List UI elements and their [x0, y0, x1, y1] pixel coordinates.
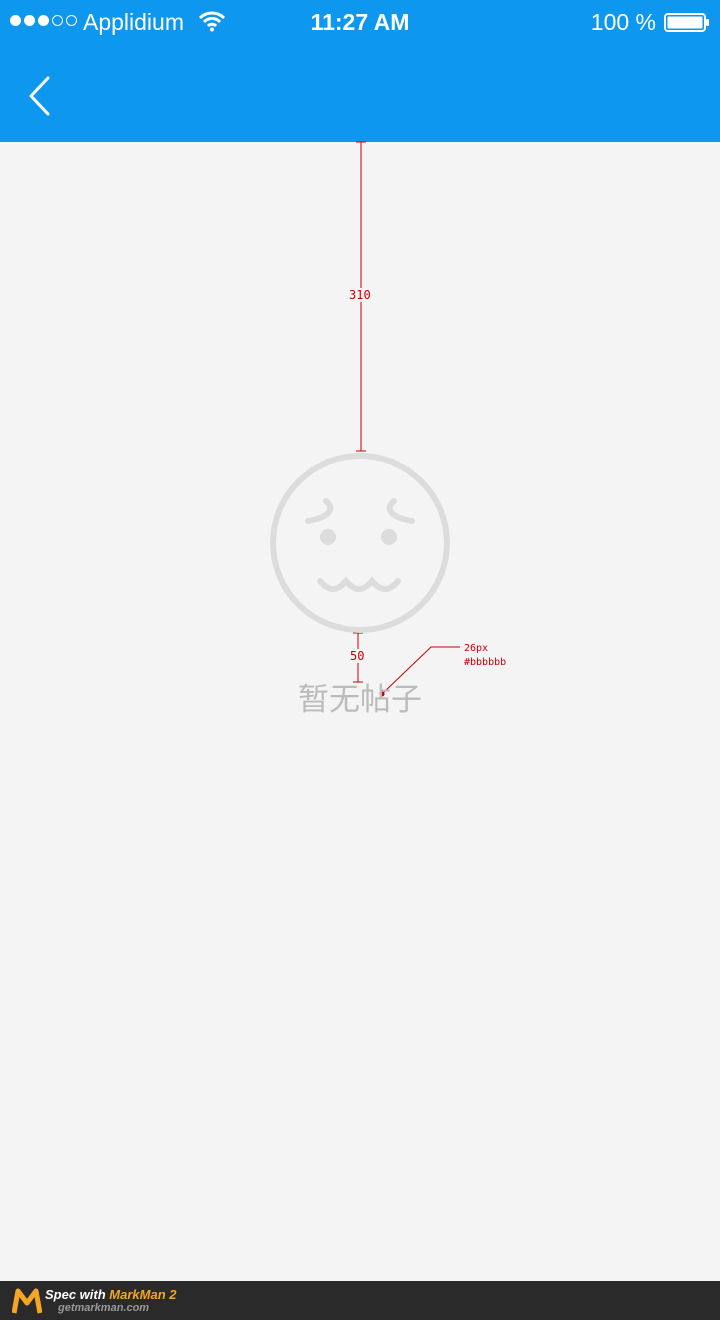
navigation-bar	[0, 46, 720, 142]
markman-tagline: Spec with MarkMan 2	[45, 1287, 177, 1302]
battery-icon	[664, 13, 709, 32]
sad-face-icon	[270, 453, 450, 633]
spec-distance-label: 310	[349, 288, 371, 302]
spec-color-label: #bbbbbb	[464, 657, 507, 668]
markman-logo-icon	[12, 1288, 42, 1314]
empty-state-message: 暂无帖子	[298, 682, 422, 718]
markman-spec-prefix: Spec with	[45, 1287, 110, 1302]
markman-site: getmarkman.com	[58, 1302, 150, 1314]
battery-percentage: 100 %	[590, 9, 656, 35]
spec-font-size-label: 26px	[464, 643, 489, 654]
status-bar: Applidium 11:27 AM 100 %	[0, 0, 720, 46]
markman-footer: Spec with MarkMan 2 getmarkman.com	[0, 1281, 720, 1320]
spec-distance-label: 50	[350, 649, 365, 663]
back-button[interactable]	[24, 74, 60, 118]
markman-brand: MarkMan 2	[109, 1287, 177, 1302]
